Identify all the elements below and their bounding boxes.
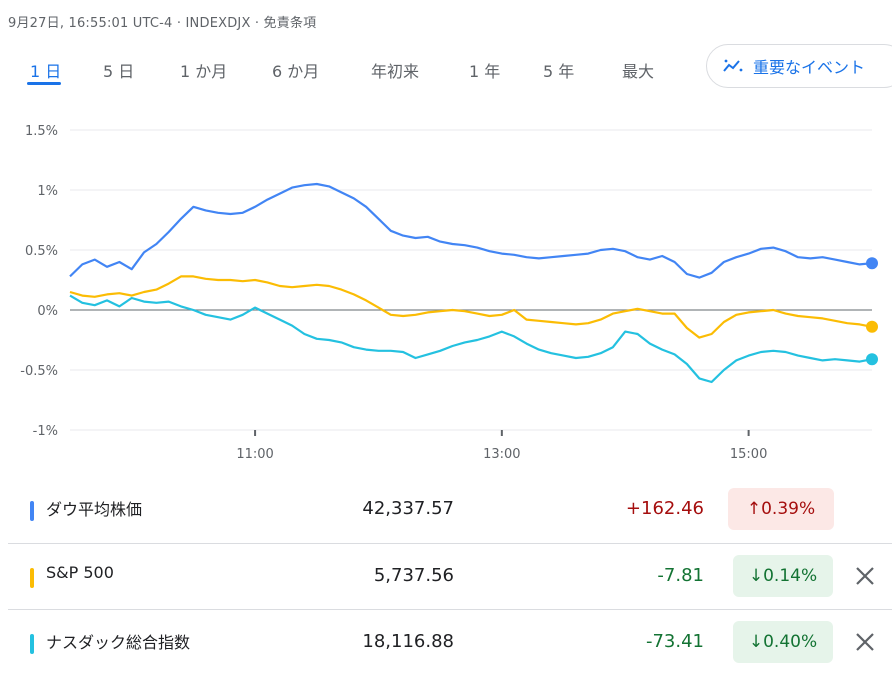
header-clipped-strip <box>0 0 892 4</box>
y-tick-label: -0.5% <box>20 364 58 379</box>
index-name: ナスダック総合指数 <box>46 633 191 652</box>
y-tick-label: 0.5% <box>25 244 58 259</box>
trend-icon <box>723 59 743 72</box>
series-line-dow <box>69 182 873 279</box>
pct-badge: ↓ 0.40% <box>733 621 833 663</box>
x-tick-label: 13:00 <box>483 447 520 462</box>
series-swatch-sp500 <box>30 568 34 588</box>
series-line-sp <box>69 275 873 339</box>
series-swatch-dow <box>30 501 34 521</box>
tab-6m[interactable]: 6 か月 <box>272 58 319 82</box>
y-tick-label: 1.5% <box>25 124 58 139</box>
series-line-nasdaq <box>69 294 873 384</box>
y-tick-label: -1% <box>33 424 58 439</box>
index-change: -73.41 <box>645 631 704 652</box>
series-end-marker-sp <box>866 320 878 333</box>
series-end-marker-nasdaq <box>866 353 878 366</box>
pct-badge: ↓ 0.14% <box>733 555 833 597</box>
key-events-label: 重要なイベント <box>753 58 866 77</box>
y-tick-label: 0% <box>37 304 58 319</box>
pct-value: 0.39% <box>761 499 816 519</box>
pct-badge: ↑ 0.39% <box>728 488 834 530</box>
tab-max[interactable]: 最大 <box>622 58 654 82</box>
index-price: 42,337.57 <box>362 498 454 519</box>
index-change: -7.81 <box>657 565 704 586</box>
index-price: 5,737.56 <box>373 565 454 586</box>
quote-timestamp: 9月27日, 16:55:01 UTC-4 · INDEXDJX · 免責条項 <box>8 16 317 31</box>
tab-5d[interactable]: 5 日 <box>103 58 134 82</box>
tab-1y[interactable]: 1 年 <box>469 58 500 82</box>
series-swatch-nasdaq <box>30 634 34 654</box>
index-price: 18,116.88 <box>362 631 454 652</box>
tab-1d[interactable]: 1 日 <box>30 58 61 82</box>
arrow-up-icon: ↑ <box>746 499 762 519</box>
table-row-dow[interactable]: ダウ平均株価 42,337.57 +162.46 ↑ 0.39% <box>8 476 892 542</box>
table-row-sp500[interactable]: S&P 500 5,737.56 -7.81 ↓ 0.14% <box>8 543 892 609</box>
tab-1m[interactable]: 1 か月 <box>180 58 227 82</box>
x-tick-label: 11:00 <box>236 447 273 462</box>
arrow-down-icon: ↓ <box>748 566 764 586</box>
pct-value: 0.40% <box>763 632 818 652</box>
index-change: +162.46 <box>625 498 704 519</box>
tab-ytd[interactable]: 年初来 <box>371 58 419 82</box>
arrow-down-icon: ↓ <box>748 632 764 652</box>
tab-5y[interactable]: 5 年 <box>543 58 574 82</box>
y-tick-label: 1% <box>37 184 58 199</box>
x-tick-label: 15:00 <box>730 447 767 462</box>
index-name: S&P 500 <box>46 563 114 582</box>
series-end-marker-dow <box>866 257 878 270</box>
remove-comparison-icon[interactable] <box>850 627 880 657</box>
index-comparison-chart: 1.5% 1% 0.5% 0% -0.5% -1% 11:00 13:00 15:00 <box>20 124 878 462</box>
key-events-button[interactable]: 重要なイベント <box>706 44 892 88</box>
pct-value: 0.14% <box>763 566 818 586</box>
remove-comparison-icon[interactable] <box>850 561 880 591</box>
active-tab-indicator <box>27 82 61 85</box>
table-row-nasdaq[interactable]: ナスダック総合指数 18,116.88 -73.41 ↓ 0.40% <box>8 609 892 675</box>
index-name: ダウ平均株価 <box>46 500 143 519</box>
